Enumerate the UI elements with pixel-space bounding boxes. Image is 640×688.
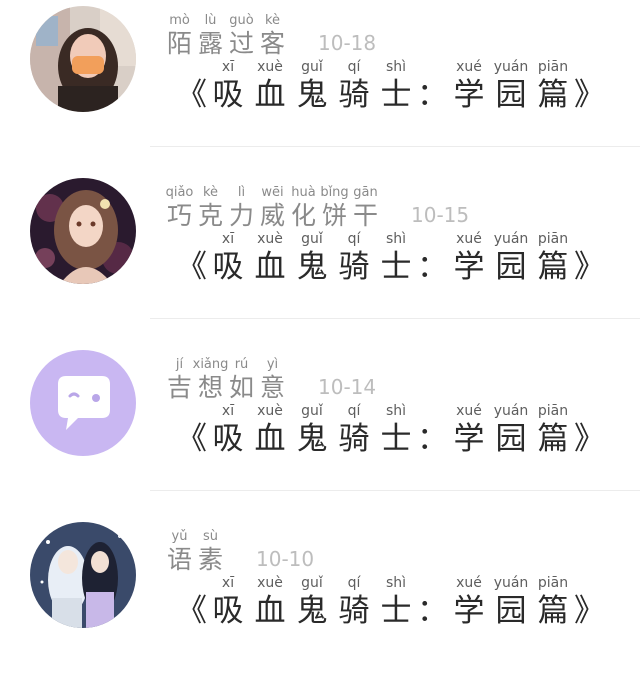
title-char: qí 骑 [338, 403, 370, 457]
title-char: yuán 园 [493, 575, 529, 629]
title-char: yuán 园 [493, 231, 529, 285]
list-item[interactable]: yǔ 语 sù 素 10-10 《 xī 吸 xuè 血 guǐ 鬼 qí 骑 shì 士 ：… [0, 516, 640, 688]
title-char: shì 士 [380, 231, 412, 285]
post-date: 10-14 [318, 375, 377, 399]
anime-couple-avatar-icon [30, 522, 136, 628]
title-char: shì 士 [380, 59, 412, 113]
title-char: xī 吸 [212, 59, 244, 113]
name-char: yì 意 [259, 357, 285, 402]
user-avatar[interactable] [30, 6, 136, 112]
title-open-bracket: 《 [176, 249, 207, 285]
title-colon: ： [417, 421, 448, 457]
title-close-bracket: 》 [574, 77, 605, 113]
user-avatar[interactable] [30, 350, 136, 456]
post-date: 10-18 [318, 31, 377, 55]
title-close-bracket: 》 [574, 421, 605, 457]
title-char: xī 吸 [212, 575, 244, 629]
title-char: shì 士 [380, 403, 412, 457]
title-char: piān 篇 [537, 59, 569, 113]
user-avatar[interactable] [30, 178, 136, 284]
title-close-bracket: 》 [574, 593, 605, 629]
title-char: yuán 园 [493, 403, 529, 457]
divider [150, 146, 640, 147]
title-char: piān 篇 [537, 403, 569, 457]
title-colon: ： [417, 77, 448, 113]
title-char: xuè 血 [254, 59, 286, 113]
title-char: shì 士 [380, 575, 412, 629]
title-char: xuè 血 [254, 403, 286, 457]
title-char: xué 学 [453, 59, 485, 113]
title-open-bracket: 《 [176, 77, 207, 113]
divider [150, 318, 640, 319]
title-char: guǐ 鬼 [296, 403, 328, 457]
title-char: guǐ 鬼 [296, 575, 328, 629]
name-char: lì 力 [228, 185, 254, 230]
name-char: wēi 威 [259, 185, 285, 230]
name-char: gān 干 [352, 185, 378, 230]
title-char: guǐ 鬼 [296, 59, 328, 113]
name-char: rú 如 [228, 357, 254, 402]
name-char: qiǎo 巧 [165, 185, 194, 230]
name-char: sù 素 [197, 529, 223, 574]
divider [150, 490, 640, 491]
title-char: qí 骑 [338, 231, 370, 285]
title-colon: ： [417, 593, 448, 629]
title-close-bracket: 》 [574, 249, 605, 285]
user-avatar[interactable] [30, 522, 136, 628]
anime-girl-avatar-icon [30, 178, 136, 284]
name-char: jí 吉 [166, 357, 192, 402]
name-char: mò 陌 [166, 13, 192, 58]
chat-bubble-avatar-icon [30, 350, 136, 456]
name-char: bǐng 饼 [320, 185, 349, 230]
title-char: xī 吸 [212, 403, 244, 457]
name-char: yǔ 语 [166, 529, 192, 574]
post-date: 10-10 [256, 547, 315, 571]
name-char: guò 过 [228, 13, 254, 58]
title-char: qí 骑 [338, 575, 370, 629]
title-char: yuán 园 [493, 59, 529, 113]
title-open-bracket: 《 [176, 421, 207, 457]
title-char: piān 篇 [537, 231, 569, 285]
title-char: xuè 血 [254, 575, 286, 629]
title-char: guǐ 鬼 [296, 231, 328, 285]
photo-avatar-icon [30, 6, 136, 112]
title-open-bracket: 《 [176, 593, 207, 629]
title-char: xué 学 [453, 231, 485, 285]
title-char: qí 骑 [338, 59, 370, 113]
title-char: xué 学 [453, 575, 485, 629]
post-date: 10-15 [411, 203, 470, 227]
name-char: xiǎng 想 [192, 357, 229, 402]
title-char: piān 篇 [537, 575, 569, 629]
title-char: xué 学 [453, 403, 485, 457]
title-colon: ： [417, 249, 448, 285]
name-char: kè 客 [259, 13, 285, 58]
name-char: kè 克 [197, 185, 223, 230]
title-char: xī 吸 [212, 231, 244, 285]
title-char: xuè 血 [254, 231, 286, 285]
name-char: huà 化 [290, 185, 316, 230]
name-char: lù 露 [197, 13, 223, 58]
